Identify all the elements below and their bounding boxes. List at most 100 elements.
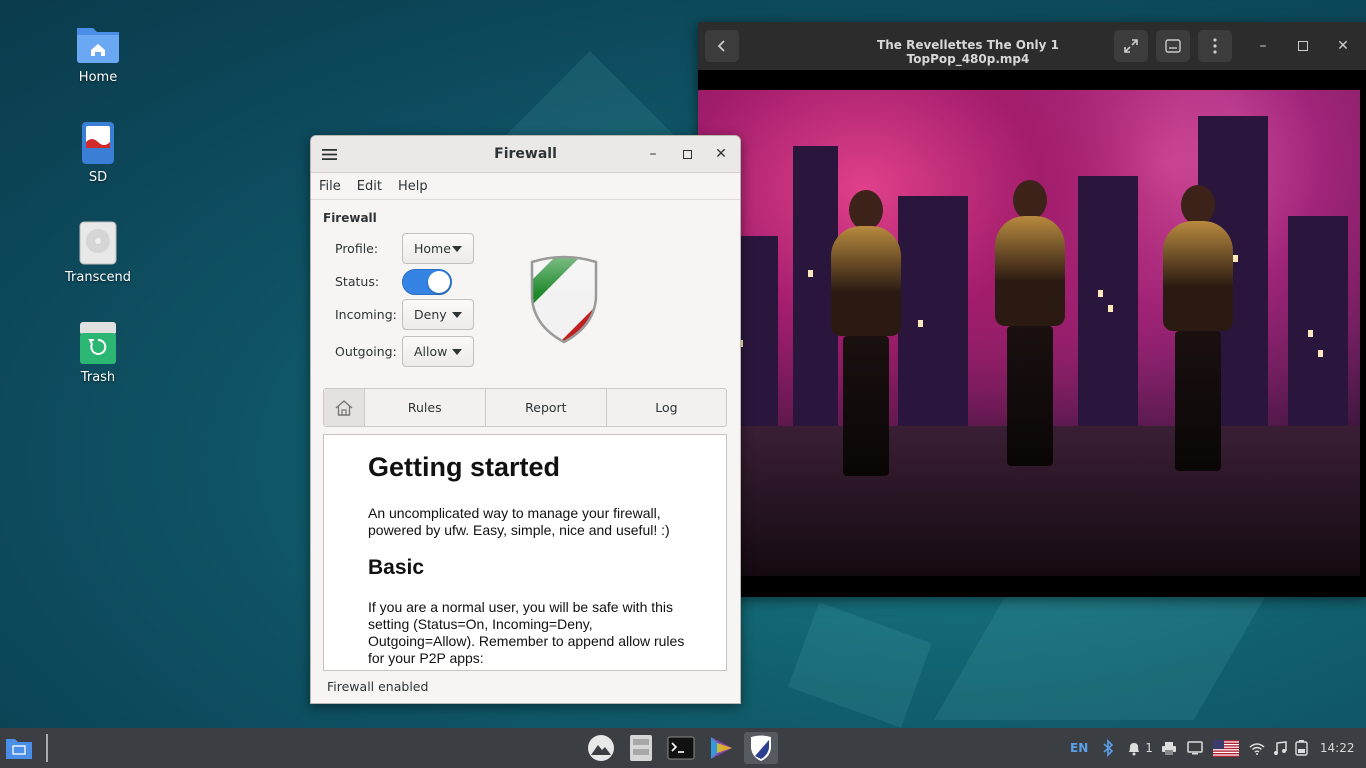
back-button[interactable] xyxy=(705,30,739,62)
window-title: Firewall xyxy=(494,146,557,162)
us-flag-icon[interactable] xyxy=(1212,739,1239,757)
chevron-left-icon xyxy=(717,40,725,52)
close-button[interactable]: ✕ xyxy=(711,144,731,164)
maximize-icon xyxy=(1298,41,1308,51)
help-content-pane[interactable]: Getting started An uncomplicated way to … xyxy=(323,434,727,671)
subtitles-button[interactable] xyxy=(1156,30,1190,62)
outgoing-label: Outgoing: xyxy=(335,344,397,359)
status-toggle[interactable] xyxy=(402,269,452,295)
hamburger-menu-button[interactable] xyxy=(319,144,339,164)
desktop-icon-trash[interactable]: Trash xyxy=(53,320,143,385)
menu-edit[interactable]: Edit xyxy=(357,179,382,194)
video-frame[interactable] xyxy=(698,90,1360,576)
scene-light xyxy=(1308,330,1313,337)
status-label: Status: xyxy=(335,274,380,289)
maximize-button[interactable] xyxy=(677,144,697,164)
scene-performer xyxy=(990,180,1070,466)
incoming-dropdown[interactable]: Deny xyxy=(402,299,474,330)
caret-down-icon xyxy=(452,246,462,252)
minimize-icon: – xyxy=(649,146,657,162)
maximize-button[interactable] xyxy=(1293,36,1313,56)
bluetooth-icon[interactable] xyxy=(1102,739,1114,757)
scene-light xyxy=(918,320,923,327)
close-button[interactable]: ✕ xyxy=(1333,36,1353,56)
taskbar-terminal[interactable] xyxy=(665,732,697,764)
menu-button[interactable] xyxy=(1198,30,1232,62)
trash-icon xyxy=(75,320,121,366)
section-title: Firewall xyxy=(323,211,377,225)
kebab-menu-icon xyxy=(1213,38,1217,54)
taskbar-video-player[interactable] xyxy=(705,732,737,764)
notification-bell-icon[interactable] xyxy=(1126,740,1142,756)
file-cabinet-icon xyxy=(630,735,652,761)
desktop-icon-label: SD xyxy=(88,170,108,185)
terminal-icon xyxy=(667,736,695,760)
content-heading: Getting started xyxy=(368,452,561,482)
keyboard-layout-indicator[interactable]: EN xyxy=(1070,741,1088,755)
menu-file[interactable]: File xyxy=(319,179,341,194)
firewall-shield-icon xyxy=(528,254,600,350)
folder-home-icon xyxy=(75,20,121,66)
music-note-icon[interactable] xyxy=(1273,740,1287,756)
desktop-icon-label: Home xyxy=(78,70,118,85)
desktop-icon-label: Transcend xyxy=(65,270,131,285)
view-tabs: Rules Report Log xyxy=(323,388,727,427)
outgoing-dropdown[interactable]: Allow xyxy=(402,336,474,367)
taskbar-separator xyxy=(46,734,48,762)
tab-home[interactable] xyxy=(324,389,365,426)
content-intro: An uncomplicated way to manage your fire… xyxy=(368,505,670,538)
caret-down-icon xyxy=(452,349,462,355)
video-player-headerbar: The Revellettes The Only 1 TopPop_480p.m… xyxy=(698,22,1366,70)
menu-help[interactable]: Help xyxy=(398,179,428,194)
wifi-icon[interactable] xyxy=(1249,742,1265,755)
video-player-window: The Revellettes The Only 1 TopPop_480p.m… xyxy=(698,22,1366,597)
desktop-icon-home[interactable]: Home xyxy=(53,20,143,85)
taskbar-file-cabinet[interactable] xyxy=(625,732,657,764)
show-desktop-button[interactable] xyxy=(3,732,35,764)
profile-dropdown[interactable]: Home xyxy=(402,233,474,264)
sd-card-icon xyxy=(75,120,121,166)
incoming-label: Incoming: xyxy=(335,307,397,322)
wallpaper-shape xyxy=(788,602,932,728)
scene-light xyxy=(1108,305,1113,312)
outgoing-value: Allow xyxy=(414,344,448,359)
notification-count: 1 xyxy=(1145,741,1153,755)
profile-value: Home xyxy=(414,241,451,256)
desktop-icon-label: Trash xyxy=(80,370,116,385)
minimize-icon: – xyxy=(1259,38,1267,54)
close-icon: ✕ xyxy=(715,146,727,162)
battery-icon[interactable] xyxy=(1295,740,1308,756)
taskbar: EN 1 14:22 xyxy=(0,728,1366,768)
scene-building xyxy=(1288,216,1348,436)
status-bar: Firewall enabled xyxy=(327,679,429,694)
scene-performer xyxy=(1158,185,1238,471)
taskbar-firewall[interactable] xyxy=(744,732,778,764)
desktop-folder-icon xyxy=(6,739,32,759)
tab-report[interactable]: Report xyxy=(486,389,607,426)
taskbar-app-launcher[interactable] xyxy=(585,732,617,764)
desktop-icon-transcend[interactable]: Transcend xyxy=(53,220,143,285)
content-basic-text: If you are a normal user, you will be sa… xyxy=(368,599,685,666)
profile-label: Profile: xyxy=(335,241,379,256)
hamburger-icon xyxy=(321,148,337,160)
firewall-window: Firewall – ✕ File Edit Help Firewall Pro… xyxy=(310,135,741,704)
subtitles-icon xyxy=(1165,39,1181,53)
tab-rules[interactable]: Rules xyxy=(365,389,486,426)
drive-icon xyxy=(75,220,121,266)
mountain-logo-icon xyxy=(588,735,614,761)
display-icon[interactable] xyxy=(1187,741,1203,755)
firewall-titlebar: Firewall – ✕ xyxy=(311,136,740,173)
incoming-value: Deny xyxy=(414,307,447,322)
desktop-icon-sd[interactable]: SD xyxy=(53,120,143,185)
scene-performer xyxy=(826,190,906,476)
caret-down-icon xyxy=(452,312,462,318)
fullscreen-button[interactable] xyxy=(1114,30,1148,62)
tab-log[interactable]: Log xyxy=(607,389,726,426)
close-icon: ✕ xyxy=(1337,38,1349,54)
minimize-button[interactable]: – xyxy=(643,144,663,164)
clock[interactable]: 14:22 xyxy=(1320,741,1355,755)
minimize-button[interactable]: – xyxy=(1253,36,1273,56)
scene-light xyxy=(1098,290,1103,297)
scene-light xyxy=(1318,350,1323,357)
printer-icon[interactable] xyxy=(1161,741,1177,756)
